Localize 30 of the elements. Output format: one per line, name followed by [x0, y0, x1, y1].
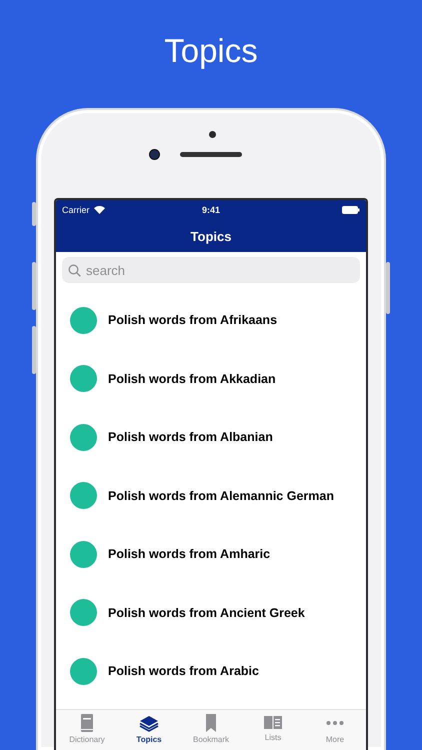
topic-item[interactable]: Polish words from Alemannic German: [108, 488, 334, 503]
topic-item[interactable]: Polish words from Ancient Greek: [108, 606, 305, 620]
layers-icon: [139, 713, 159, 733]
wifi-icon: [94, 206, 105, 214]
carrier-label: Carrier: [62, 205, 90, 215]
nav-title: Topics: [190, 228, 232, 244]
clock-label: 9:41: [202, 205, 220, 215]
battery-icon: [342, 206, 360, 214]
tab-button[interactable]: Topics: [118, 710, 180, 750]
more-icon: [326, 721, 344, 725]
camera-icon: [149, 149, 160, 160]
topic-item[interactable]: Polish words from Albanian: [108, 430, 273, 444]
topic-item[interactable]: Polish words from Akkadian: [108, 372, 276, 386]
topic-dot-icon: [70, 540, 97, 568]
sensor-icon: [209, 131, 216, 138]
topic-dot-icon: [70, 365, 97, 392]
topic-dot-icon: [70, 306, 97, 334]
topic-dot-icon: [70, 599, 97, 626]
book-icon: [80, 713, 94, 733]
topic-dot-icon: [70, 658, 97, 685]
topic-dot-icon: [70, 482, 97, 510]
topic-item[interactable]: Polish words from Arabic: [108, 664, 259, 678]
topic-item[interactable]: Polish words from Afrikaans: [108, 313, 278, 328]
page-headline: Topics: [164, 31, 258, 71]
search-field[interactable]: search: [62, 257, 360, 283]
columns-icon: [263, 713, 283, 731]
speaker-icon: [180, 152, 242, 157]
bookmark-icon: [205, 713, 217, 733]
topic-dot-icon: [70, 424, 97, 451]
topic-item[interactable]: Polish words from Amharic: [108, 547, 270, 562]
